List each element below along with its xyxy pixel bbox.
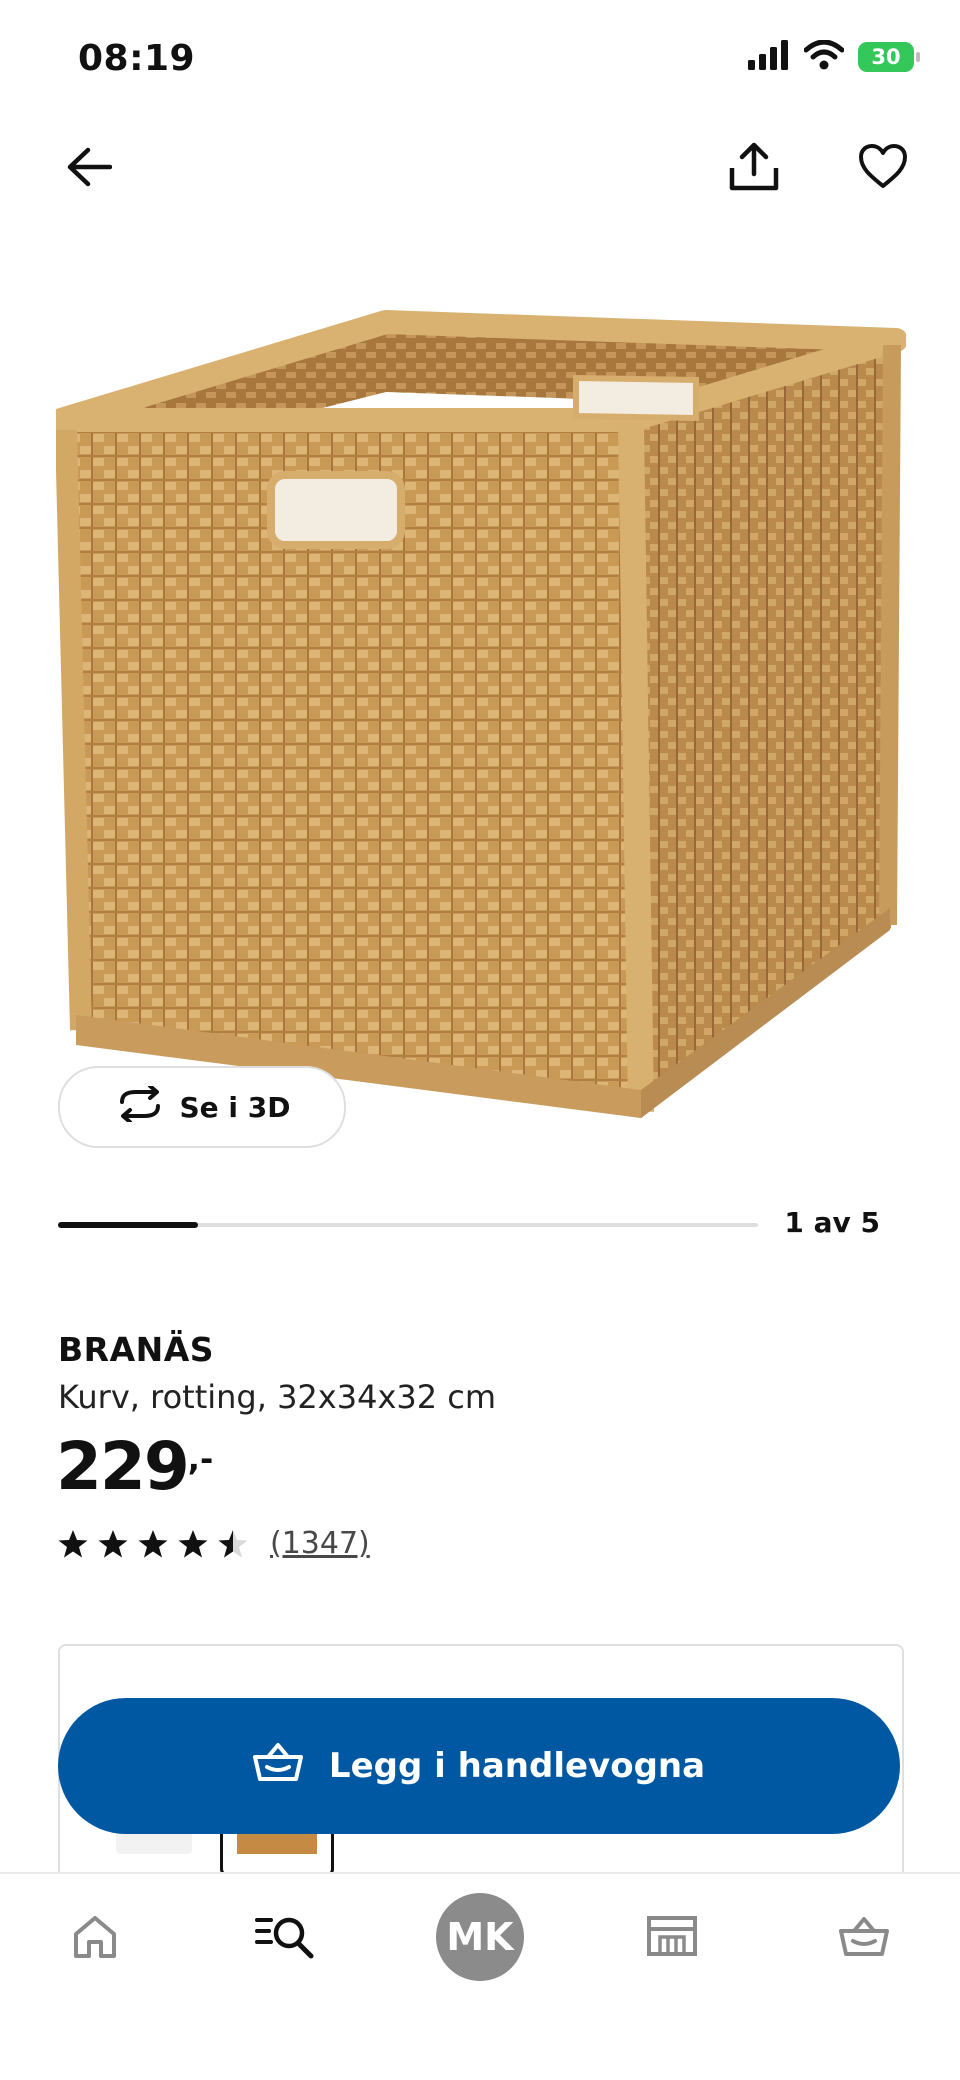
product-image[interactable] bbox=[49, 300, 908, 1140]
star-icon bbox=[98, 1529, 128, 1557]
nav-store[interactable] bbox=[632, 1898, 712, 1978]
nav-cart[interactable] bbox=[824, 1898, 904, 1978]
home-icon bbox=[72, 1914, 118, 1962]
price-suffix: ,- bbox=[187, 1440, 214, 1478]
rating-stars bbox=[58, 1529, 248, 1559]
product-price: 229 ,- bbox=[56, 1428, 213, 1505]
arrow-left-icon bbox=[66, 147, 113, 191]
search-list-icon bbox=[255, 1912, 317, 1964]
nav-search[interactable] bbox=[246, 1898, 326, 1978]
nav-profile-avatar[interactable]: MK bbox=[436, 1893, 524, 1981]
share-button[interactable] bbox=[722, 136, 786, 200]
share-icon bbox=[728, 140, 780, 196]
rotate-3d-icon bbox=[114, 1083, 166, 1129]
gallery-progress-bar bbox=[58, 1222, 758, 1228]
review-count-link[interactable]: (1347) bbox=[270, 1526, 370, 1561]
product-description: Kurv, rotting, 32x34x32 cm bbox=[58, 1378, 497, 1416]
status-time: 08:19 bbox=[78, 38, 196, 79]
star-icon bbox=[58, 1529, 88, 1557]
price-value: 229 bbox=[56, 1428, 190, 1505]
gallery-progress-fill bbox=[58, 1222, 198, 1228]
star-icon bbox=[138, 1529, 168, 1557]
signal-icon bbox=[748, 40, 790, 74]
battery-indicator: 30 bbox=[858, 42, 920, 72]
status-icons: 30 bbox=[748, 39, 920, 74]
gallery-position-label: 1 av 5 bbox=[784, 1206, 880, 1239]
product-brand: BRANÄS bbox=[58, 1330, 215, 1369]
store-icon bbox=[646, 1915, 698, 1961]
favorite-button[interactable] bbox=[851, 136, 915, 200]
heart-icon bbox=[858, 143, 908, 193]
wifi-icon bbox=[803, 39, 845, 74]
add-to-cart-label: Legg i handlevogna bbox=[328, 1746, 706, 1786]
back-button[interactable] bbox=[58, 138, 120, 200]
view-3d-label: Se i 3D bbox=[179, 1090, 291, 1124]
star-icon bbox=[178, 1529, 208, 1557]
nav-home[interactable] bbox=[55, 1898, 135, 1978]
product-rating[interactable]: (1347) bbox=[58, 1526, 370, 1561]
view-3d-button[interactable]: Se i 3D bbox=[58, 1066, 346, 1148]
basket-icon bbox=[252, 1741, 303, 1792]
star-icon bbox=[218, 1529, 248, 1557]
cart-basket-icon bbox=[838, 1914, 890, 1962]
add-to-cart-button[interactable]: Legg i handlevogna bbox=[58, 1698, 900, 1834]
